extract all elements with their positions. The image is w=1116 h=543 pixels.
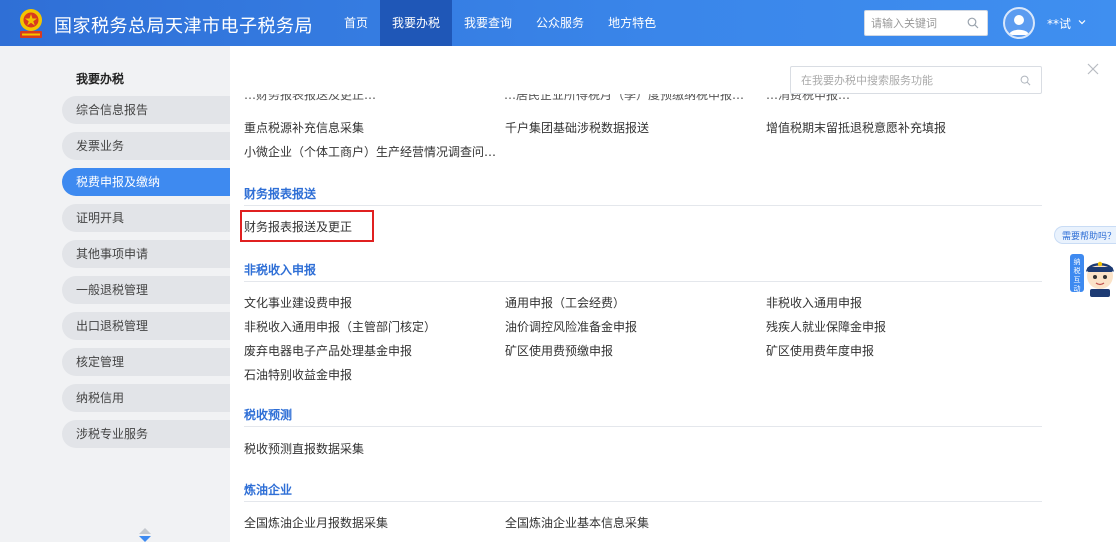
service-link[interactable]: 残疾人就业保障金申报 bbox=[766, 318, 886, 335]
service-row: 重点税源补充信息采集 千户集团基础涉税数据报送 增值税期末留抵退税意愿补充填报 bbox=[244, 119, 1042, 139]
sidebar-item-comprehensive-report[interactable]: 综合信息报告 bbox=[62, 96, 230, 124]
search-icon[interactable] bbox=[1020, 75, 1031, 86]
section-divider bbox=[244, 281, 1042, 282]
help-bubble[interactable]: 需要帮助吗？ bbox=[1054, 226, 1116, 244]
service-link[interactable]: 税收预测直报数据采集 bbox=[244, 440, 364, 457]
section-divider bbox=[244, 205, 1042, 206]
sidebar-item-invoice[interactable]: 发票业务 bbox=[62, 132, 230, 160]
sidebar-item-general-refund[interactable]: 一般退税管理 bbox=[62, 276, 230, 304]
sidebar-list: 综合信息报告 发票业务 税费申报及缴纳 证明开具 其他事项申请 一般退税管理 出… bbox=[62, 96, 230, 456]
service-link[interactable]: 小微企业（个体工商户）生产经营情况调查问… bbox=[244, 143, 496, 160]
service-link[interactable]: 废弃电器电子产品处理基金申报 bbox=[244, 342, 412, 359]
sidebar-item-tax-credit[interactable]: 纳税信用 bbox=[62, 384, 230, 412]
section-divider bbox=[244, 501, 1042, 502]
sidebar-item-other-requests[interactable]: 其他事项申请 bbox=[62, 240, 230, 268]
service-link[interactable]: 千户集团基础涉税数据报送 bbox=[505, 119, 649, 136]
sidebar-item-export-refund[interactable]: 出口退税管理 bbox=[62, 312, 230, 340]
service-row: 税收预测直报数据采集 bbox=[244, 440, 1042, 460]
nav-tax-handling[interactable]: 我要办税 bbox=[380, 0, 453, 46]
service-link[interactable]: 油价调控风险准备金申报 bbox=[505, 318, 637, 335]
service-row: 文化事业建设费申报 通用申报（工会经费） 非税收入通用申报 bbox=[244, 294, 1042, 314]
highlight-box bbox=[240, 210, 374, 242]
service-link[interactable]: 通用申报（工会经费） bbox=[505, 294, 625, 311]
sidebar-title: 我要办税 bbox=[76, 72, 125, 86]
top-header: 国家税务总局天津市电子税务局 首页 我要办税 我要查询 公众服务 地方特色 **… bbox=[0, 0, 1116, 46]
nav-public-service[interactable]: 公众服务 bbox=[524, 0, 596, 46]
service-row: 废弃电器电子产品处理基金申报 矿区使用费预缴申报 矿区使用费年度申报 bbox=[244, 342, 1042, 362]
user-icon bbox=[1009, 15, 1029, 35]
service-row: 石油特别收益金申报 bbox=[244, 366, 1042, 386]
service-link[interactable]: …居民企业所得税月（季）度预缴纳税申报… bbox=[504, 94, 744, 103]
tax-emblem-logo[interactable] bbox=[16, 7, 46, 39]
service-link[interactable]: 非税收入通用申报 bbox=[766, 294, 862, 311]
service-link[interactable]: 矿区使用费年度申报 bbox=[766, 342, 874, 359]
main-nav: 首页 我要办税 我要查询 公众服务 地方特色 bbox=[332, 0, 668, 46]
mascot-char: 互 bbox=[1074, 276, 1081, 284]
search-icon[interactable] bbox=[967, 17, 979, 29]
scroll-arrows-icon[interactable] bbox=[137, 527, 153, 543]
service-row: 全国炼油企业月报数据采集 全国炼油企业基本信息采集 bbox=[244, 514, 1042, 534]
chevron-down-icon[interactable] bbox=[1077, 17, 1087, 27]
partial-row: …财务报表报送及更正… …居民企业所得税月（季）度预缴纳税申报… …消费税申报… bbox=[244, 94, 1042, 106]
service-link[interactable]: 增值税期末留抵退税意愿补充填报 bbox=[766, 119, 946, 136]
sidebar-item-assessment[interactable]: 核定管理 bbox=[62, 348, 230, 376]
nav-local-features[interactable]: 地方特色 bbox=[596, 0, 668, 46]
service-link[interactable]: …财务报表报送及更正… bbox=[244, 94, 376, 103]
service-search bbox=[790, 66, 1042, 94]
sidebar-item-tax-filing[interactable]: 税费申报及缴纳 bbox=[62, 168, 230, 196]
sidebar-item-certificates[interactable]: 证明开具 bbox=[62, 204, 230, 232]
service-row: 非税收入通用申报（主管部门核定） 油价调控风险准备金申报 残疾人就业保障金申报 bbox=[244, 318, 1042, 338]
sidebar-item-professional-service[interactable]: 涉税专业服务 bbox=[62, 420, 230, 448]
service-link[interactable]: 文化事业建设费申报 bbox=[244, 294, 352, 311]
service-link[interactable]: 矿区使用费预缴申报 bbox=[505, 342, 613, 359]
help-label: 需要帮助吗？ bbox=[1062, 232, 1116, 242]
username[interactable]: **试 bbox=[1047, 15, 1071, 32]
nav-query[interactable]: 我要查询 bbox=[452, 0, 524, 46]
customer-service-mascot-icon[interactable]: 纳 税 互 动 bbox=[1068, 250, 1116, 298]
header-search-input[interactable] bbox=[871, 14, 963, 32]
section-divider bbox=[244, 426, 1042, 427]
service-link[interactable]: 石油特别收益金申报 bbox=[244, 366, 352, 383]
service-link[interactable]: 全国炼油企业月报数据采集 bbox=[244, 514, 388, 531]
site-title: 国家税务总局天津市电子税务局 bbox=[54, 16, 313, 37]
section-title-tax-forecast: 税收预测 bbox=[244, 408, 293, 422]
service-link[interactable]: 重点税源补充信息采集 bbox=[244, 119, 364, 136]
service-search-input[interactable] bbox=[801, 72, 1011, 88]
section-title-financial-report: 财务报表报送 bbox=[244, 187, 317, 201]
section-title-refinery: 炼油企业 bbox=[244, 483, 293, 497]
section-title-non-tax-revenue: 非税收入申报 bbox=[244, 263, 317, 277]
main-panel: …财务报表报送及更正… …居民企业所得税月（季）度预缴纳税申报… …消费税申报…… bbox=[230, 46, 1116, 542]
service-link[interactable]: 非税收入通用申报（主管部门核定） bbox=[244, 318, 436, 335]
mascot-char: 纳 bbox=[1074, 257, 1081, 266]
mascot-char: 动 bbox=[1074, 284, 1081, 293]
service-row: 小微企业（个体工商户）生产经营情况调查问… bbox=[244, 143, 1042, 163]
mascot-char: 税 bbox=[1074, 266, 1081, 275]
nav-home[interactable]: 首页 bbox=[332, 0, 380, 46]
sidebar: 我要办税 综合信息报告 发票业务 税费申报及缴纳 证明开具 其他事项申请 一般退… bbox=[0, 46, 230, 542]
service-link[interactable]: …消费税申报… bbox=[766, 94, 850, 103]
header-search bbox=[864, 10, 988, 36]
user-avatar[interactable] bbox=[1003, 7, 1035, 39]
service-link[interactable]: 全国炼油企业基本信息采集 bbox=[505, 514, 649, 531]
close-icon[interactable] bbox=[1086, 62, 1100, 76]
